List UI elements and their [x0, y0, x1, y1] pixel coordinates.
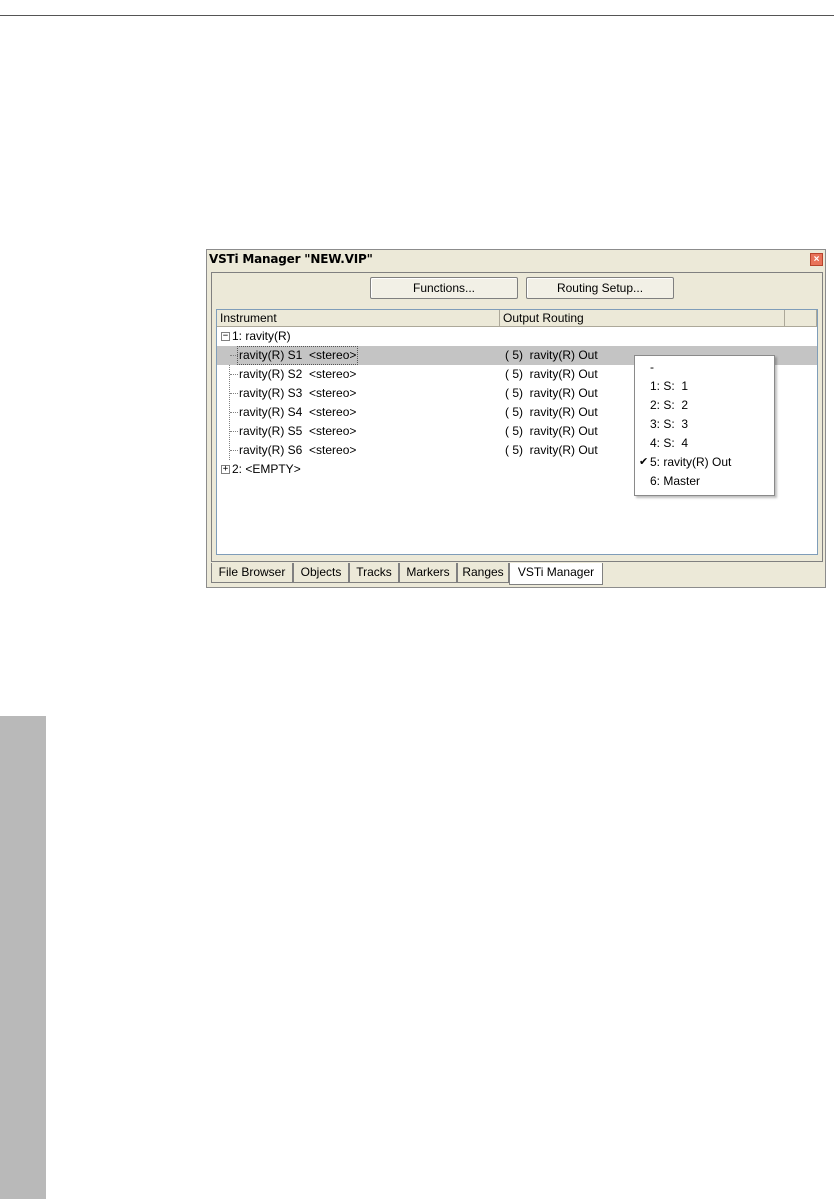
tab-objects[interactable]: Objects [293, 563, 349, 583]
output-routing-value[interactable]: ( 5) ravity(R) Out [505, 346, 598, 365]
menu-item-master[interactable]: 6: Master [635, 472, 774, 491]
menu-item-none[interactable]: - [635, 358, 774, 377]
menu-item-s2[interactable]: 2: S: 2 [635, 396, 774, 415]
tree-branch [230, 450, 238, 451]
tree-node-label: 2: <EMPTY> [232, 462, 301, 476]
menu-item-label: - [650, 360, 654, 374]
menu-item-label: 6: Master [650, 474, 701, 488]
page-top-rule [0, 15, 834, 16]
tree-branch [230, 412, 238, 413]
output-routing-menu[interactable]: - 1: S: 1 2: S: 2 3: S: 3 4: S: 4 ✔ 5: r… [634, 355, 775, 496]
menu-item-ravity-out[interactable]: ✔ 5: ravity(R) Out [635, 453, 774, 472]
output-routing-value[interactable]: ( 5) ravity(R) Out [505, 384, 598, 403]
tab-ranges[interactable]: Ranges [457, 563, 509, 583]
instrument-name: ravity(R) S6 <stereo> [239, 443, 357, 457]
title-bar[interactable]: VSTi Manager "NEW.VIP" × [207, 250, 825, 268]
collapse-icon[interactable]: − [221, 332, 230, 341]
output-routing-value[interactable]: ( 5) ravity(R) Out [505, 441, 598, 460]
tab-vsti-manager[interactable]: VSTi Manager [509, 563, 603, 585]
window-title: VSTi Manager "NEW.VIP" [209, 252, 373, 266]
instrument-name: ravity(R) S4 <stereo> [239, 405, 357, 419]
close-button[interactable]: × [810, 253, 823, 266]
menu-item-label: 1: S: 1 [650, 379, 689, 393]
menu-item-s1[interactable]: 1: S: 1 [635, 377, 774, 396]
instrument-name: ravity(R) S2 <stereo> [239, 367, 357, 381]
output-routing-value[interactable]: ( 5) ravity(R) Out [505, 365, 598, 384]
tab-tracks[interactable]: Tracks [349, 563, 399, 583]
menu-item-s3[interactable]: 3: S: 3 [635, 415, 774, 434]
tree-branch [230, 393, 238, 394]
menu-item-s4[interactable]: 4: S: 4 [635, 434, 774, 453]
output-routing-value[interactable]: ( 5) ravity(R) Out [505, 403, 598, 422]
tree-node-label: 1: ravity(R) [232, 329, 291, 343]
instrument-name: ravity(R) S3 <stereo> [239, 386, 357, 400]
menu-item-label: 2: S: 2 [650, 398, 689, 412]
output-routing-value[interactable]: ( 5) ravity(R) Out [505, 422, 598, 441]
column-header-blank[interactable] [785, 310, 817, 327]
close-icon: × [813, 254, 820, 265]
tree-node-instrument-1[interactable]: − 1: ravity(R) [217, 327, 817, 346]
tree-branch [230, 374, 238, 375]
bottom-tab-bar: File Browser Objects Tracks Markers Rang… [211, 563, 823, 585]
menu-item-label: 3: S: 3 [650, 417, 689, 431]
column-header-instrument[interactable]: Instrument [217, 310, 500, 327]
functions-button[interactable]: Functions... [370, 277, 518, 299]
instrument-name: ravity(R) S5 <stereo> [239, 424, 357, 438]
column-header-output-routing[interactable]: Output Routing [500, 310, 785, 327]
tree-branch [230, 431, 238, 432]
tab-markers[interactable]: Markers [399, 563, 457, 583]
page-side-bar [0, 716, 46, 1199]
menu-item-label: 4: S: 4 [650, 436, 689, 450]
instrument-name: ravity(R) S1 <stereo> [237, 346, 359, 365]
menu-item-label: 5: ravity(R) Out [650, 455, 732, 469]
expand-icon[interactable]: + [221, 465, 230, 474]
tab-file-browser[interactable]: File Browser [211, 563, 293, 583]
checkmark-icon: ✔ [639, 456, 649, 468]
routing-setup-button[interactable]: Routing Setup... [526, 277, 674, 299]
